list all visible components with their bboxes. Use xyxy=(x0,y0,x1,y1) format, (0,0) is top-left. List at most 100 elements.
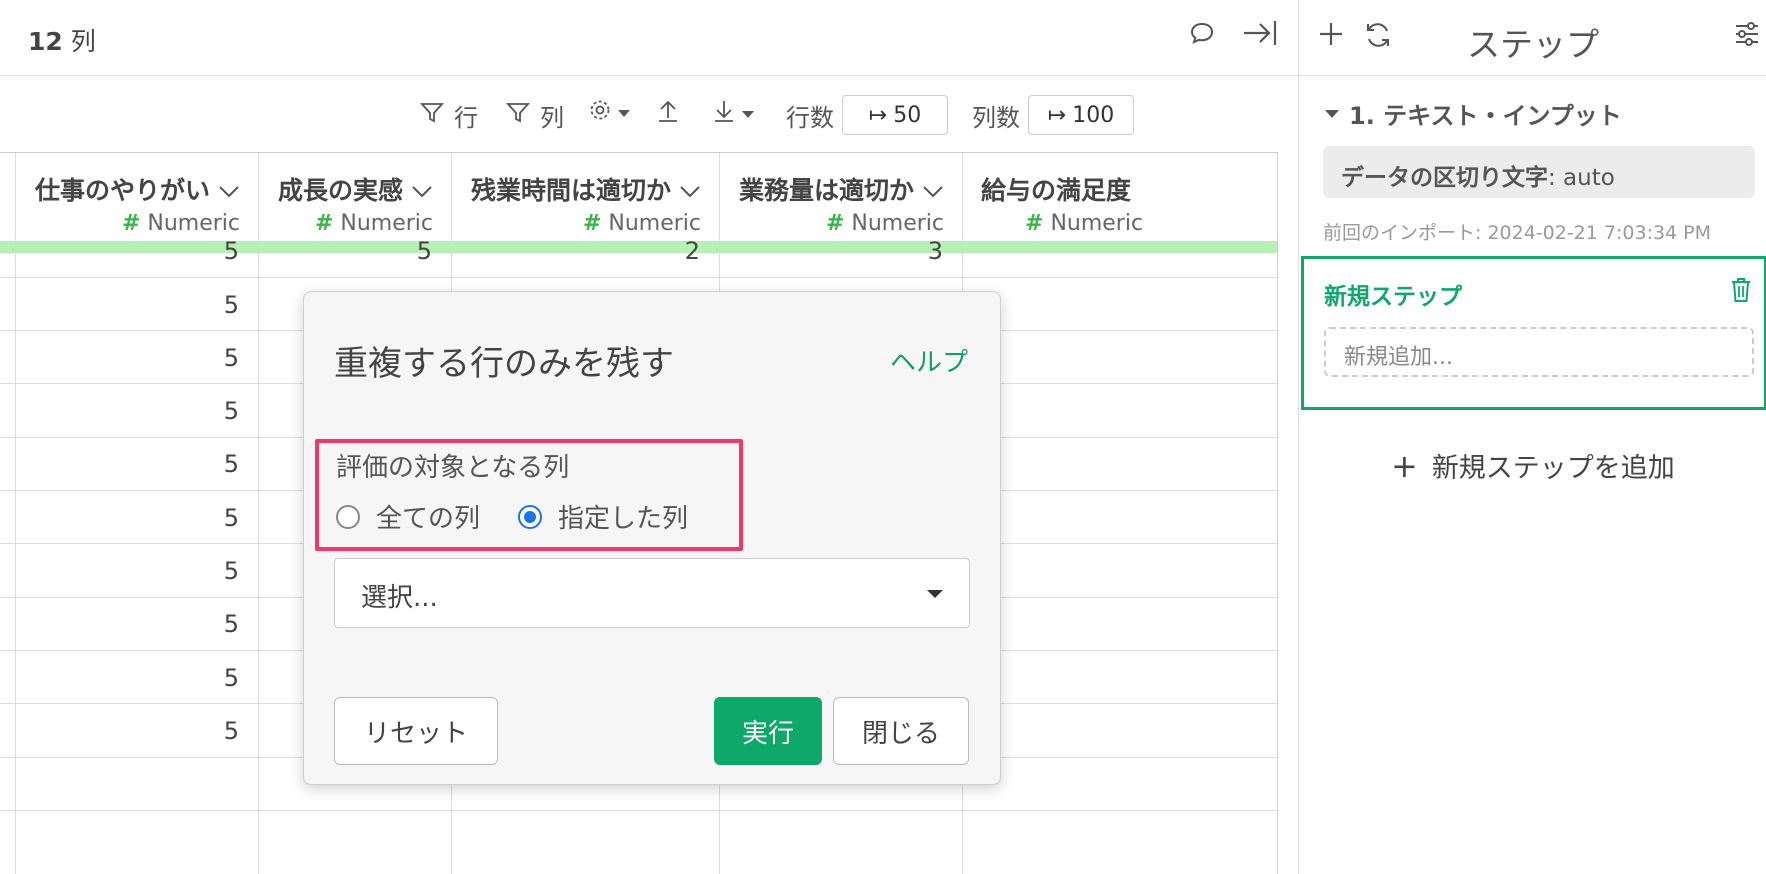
column-count: 12 列 xyxy=(28,22,96,58)
column-type: Numeric xyxy=(1050,211,1144,236)
caret-down-icon xyxy=(1325,109,1339,118)
table-cell: 2 xyxy=(684,237,700,265)
indent-arrow-icon: ↦ xyxy=(868,102,888,128)
cols-label-text: 列数 xyxy=(972,104,1020,132)
top-bar: 12 列 xyxy=(0,0,1298,76)
filter-icon xyxy=(505,101,531,131)
row-divider xyxy=(0,277,1277,278)
table-cell: 5 xyxy=(223,291,239,319)
numeric-type-icon: # xyxy=(825,211,845,236)
collapse-right-icon[interactable] xyxy=(1242,18,1278,52)
column-name: 残業時間は適切か xyxy=(470,176,671,205)
step-1-parameter[interactable]: データの区切り文字: auto xyxy=(1323,146,1755,198)
column-type: Numeric xyxy=(340,211,433,236)
caret-down-icon xyxy=(618,109,630,117)
column-type: Numeric xyxy=(608,211,701,236)
column-filter-button[interactable]: 列 xyxy=(505,98,564,133)
main-area: 12 列 行 列 行数 ↦ 50 列数 ↦ 100 仕事のやりがい # Nume… xyxy=(0,0,1298,874)
column-header[interactable]: 業務量は適切か # Numeric xyxy=(720,153,962,241)
radio-selected-columns[interactable] xyxy=(518,504,543,529)
download-dropdown[interactable] xyxy=(712,98,754,130)
table-cell: 5 xyxy=(223,504,239,532)
column-header[interactable]: 成長の実感 # Numeric xyxy=(259,153,451,241)
dialog-title: 重複する行のみを残す xyxy=(334,344,674,384)
refresh-icon[interactable] xyxy=(1363,20,1393,54)
add-new-step-button[interactable]: + 新規ステップを追加 xyxy=(1391,446,1675,485)
last-import-time: 前回のインポート: 2024-02-21 7:03:34 PM xyxy=(1323,222,1712,244)
column-header[interactable]: 仕事のやりがい # Numeric xyxy=(16,153,258,241)
param-label: データの区切り文字 xyxy=(1341,165,1548,191)
rows-label-text: 行数 xyxy=(786,104,834,132)
help-link[interactable]: ヘルプ xyxy=(890,342,968,379)
table-cell: 3 xyxy=(927,237,943,265)
rows-label: 行数 xyxy=(786,98,834,133)
step-1-title: 1. テキスト・インプット xyxy=(1349,102,1622,130)
column-filter-label: 列 xyxy=(540,104,564,132)
column-name: 業務量は適切か xyxy=(738,176,914,205)
numeric-type-icon: # xyxy=(121,211,141,236)
run-button[interactable]: 実行 xyxy=(714,697,822,765)
sliders-icon[interactable] xyxy=(1733,20,1761,52)
radio-all-columns[interactable] xyxy=(336,504,360,529)
target-columns-radio-group: 全ての列 指定した列 xyxy=(336,498,688,535)
download-icon xyxy=(712,98,736,130)
table-cell: 5 xyxy=(223,344,239,372)
gear-icon xyxy=(588,98,612,128)
column-type: Numeric xyxy=(147,211,240,236)
grid-column: 仕事のやりがい # Numeric xyxy=(16,153,259,874)
table-cell: 5 xyxy=(223,610,239,638)
table-cell: 5 xyxy=(223,664,239,692)
chevron-down-icon[interactable] xyxy=(218,175,240,204)
row-divider xyxy=(0,810,1277,811)
top-icons xyxy=(1188,18,1278,52)
chevron-down-icon[interactable] xyxy=(679,175,701,204)
column-header[interactable]: 残業時間は適切か # Numeric xyxy=(452,153,719,241)
numeric-type-icon: # xyxy=(1025,211,1044,236)
steps-panel: ステップ 1. テキスト・インプット データの区切り文字: auto 前回のイン… xyxy=(1298,0,1766,874)
column-name: 成長の実感 xyxy=(277,176,403,205)
filter-icon xyxy=(419,101,445,131)
param-value: : auto xyxy=(1548,165,1615,191)
column-count-number: 12 xyxy=(28,27,63,56)
chevron-down-icon[interactable] xyxy=(411,175,433,204)
radio-selected-columns-label[interactable]: 指定した列 xyxy=(558,498,688,535)
table-cell: 5 xyxy=(223,557,239,585)
column-count-unit: 列 xyxy=(70,27,96,56)
cols-count-input[interactable]: ↦ 100 xyxy=(1028,95,1134,135)
trash-icon[interactable] xyxy=(1730,277,1752,307)
step-1-header[interactable]: 1. テキスト・インプット xyxy=(1325,96,1622,131)
row-filter-button[interactable]: 行 xyxy=(419,98,478,133)
new-step-card: 新規ステップ 新規追加... xyxy=(1301,256,1766,410)
plus-icon[interactable] xyxy=(1317,20,1345,52)
upload-icon xyxy=(656,98,680,130)
upload-button[interactable] xyxy=(656,98,680,130)
add-new-step-label: 新規ステップを追加 xyxy=(1431,453,1675,484)
close-button[interactable]: 閉じる xyxy=(833,697,969,765)
cols-label: 列数 xyxy=(972,98,1020,133)
reset-button[interactable]: リセット xyxy=(334,697,498,765)
column-type: Numeric xyxy=(851,211,944,236)
caret-down-icon xyxy=(742,110,754,118)
data-quality-bar xyxy=(0,241,1277,253)
rows-count-input[interactable]: ↦ 50 xyxy=(842,95,948,135)
rows-count-value: 50 xyxy=(893,102,922,128)
settings-dropdown[interactable] xyxy=(588,98,630,128)
grid-toolbar: 行 列 行数 ↦ 50 列数 ↦ 100 xyxy=(0,88,1298,136)
chevron-down-icon[interactable] xyxy=(922,175,944,204)
numeric-type-icon: # xyxy=(582,211,602,236)
table-cell: 5 xyxy=(223,450,239,478)
comment-icon[interactable] xyxy=(1188,19,1216,51)
row-filter-label: 行 xyxy=(454,104,478,132)
numeric-type-icon: # xyxy=(314,211,334,236)
column-select[interactable]: 選択... xyxy=(334,558,970,628)
new-step-input[interactable]: 新規追加... xyxy=(1324,327,1754,377)
table-cell: 5 xyxy=(223,237,239,265)
column-name: 給与の満足度 xyxy=(981,176,1132,205)
indent-arrow-icon: ↦ xyxy=(1047,102,1067,128)
cols-count-value: 100 xyxy=(1072,102,1115,128)
radio-all-columns-label[interactable]: 全ての列 xyxy=(376,498,480,535)
steps-panel-title: ステップ xyxy=(1467,25,1599,64)
column-header[interactable]: 給与の満足度 # Numeric xyxy=(963,153,1277,241)
grid-column: 給与の満足度 # Numeric xyxy=(963,153,1277,874)
keep-duplicates-dialog: 重複する行のみを残す ヘルプ 評価の対象となる列 全ての列 指定した列 選択..… xyxy=(303,291,1001,785)
